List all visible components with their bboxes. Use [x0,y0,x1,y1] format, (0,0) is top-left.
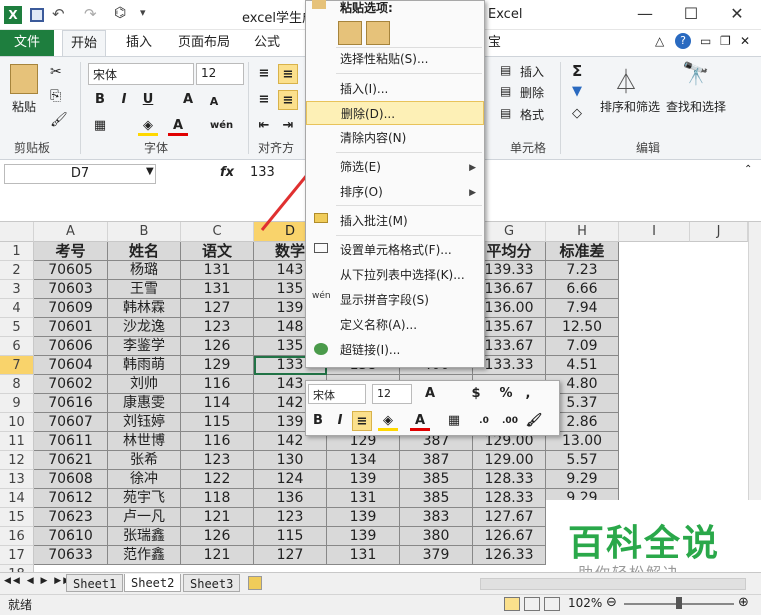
submenu-arrow-icon: ▶ [469,188,476,198]
menu-insert-comment[interactable]: 插入批注(M) [306,209,484,233]
mini-fill-color-icon[interactable]: ◈ [378,411,398,431]
menu-separator [336,205,482,206]
mini-increase-decimal-icon[interactable]: .0 [474,411,494,431]
menu-define-name[interactable]: 定义名称(A)... [306,313,484,337]
mini-italic-button[interactable]: I [330,411,350,431]
mini-percent-button[interactable]: % [496,384,516,404]
menu-separator [336,235,482,236]
zoom-in-icon[interactable]: ⊕ [738,595,749,610]
status-ready: 就绪 [8,598,33,612]
mini-align-center-icon[interactable]: ≡ [352,411,372,431]
menu-separator [336,73,482,74]
new-sheet-icon[interactable] [248,576,262,590]
paste-options-header: 粘贴选项: [340,1,393,15]
mini-size-select[interactable]: 12 [372,384,412,404]
tab-sheet2[interactable]: Sheet2 [124,574,182,592]
sheet-nav-icon[interactable]: ◀◀ ◀ ▶ ▶▶ [4,576,72,586]
menu-sort[interactable]: 排序(O) [306,180,484,204]
menu-hyperlink[interactable]: 超链接(I)... [306,338,484,362]
menu-delete[interactable]: 删除(D)... [306,101,484,125]
menu-pick-from-list[interactable]: 从下拉列表中选择(K)... [306,263,484,287]
mini-grow-font-icon[interactable]: A [420,384,440,404]
mini-comma-button[interactable]: , [518,384,538,404]
page-layout-view-icon[interactable] [524,597,540,611]
menu-clear-contents[interactable]: 清除内容(N) [306,126,484,150]
mini-font-color-icon[interactable]: A [410,411,430,431]
tab-sheet1[interactable]: Sheet1 [66,574,124,592]
submenu-arrow-icon: ▶ [469,163,476,173]
context-menu: 粘贴选项: 选择性粘贴(S)... 插入(I)... 删除(D)... 清除内容… [305,0,485,368]
mini-font-select[interactable]: 宋体 [308,384,366,404]
zoom-slider-thumb[interactable] [676,597,682,609]
mini-decrease-decimal-icon[interactable]: .00 [500,411,520,431]
tab-sheet3[interactable]: Sheet3 [183,574,241,592]
page-break-view-icon[interactable] [544,597,560,611]
mini-currency-icon[interactable]: $ [466,384,486,404]
menu-insert[interactable]: 插入(I)... [306,77,484,101]
mini-bold-button[interactable]: B [308,411,328,431]
menu-filter[interactable]: 筛选(E) [306,155,484,179]
paste-option-values-icon[interactable] [366,21,390,45]
horizontal-scrollbar[interactable] [480,578,746,590]
zoom-level[interactable]: 102% [568,596,602,610]
watermark-title: 百科全说 [568,523,721,564]
normal-view-icon[interactable] [504,597,520,611]
mini-border-icon[interactable]: ▦ [444,411,464,431]
menu-separator [336,152,482,153]
mini-format-painter-icon[interactable]: 🖌 [524,411,544,431]
menu-paste-special[interactable]: 选择性粘贴(S)... [306,47,484,71]
paste-option-default-icon[interactable] [338,21,362,45]
clipboard-icon [312,0,326,9]
menu-format-cells[interactable]: 设置单元格格式(F)... [306,238,484,262]
zoom-out-icon[interactable]: ⊖ [606,595,617,610]
menu-show-phonetic[interactable]: 显示拼音字段(S) [306,288,484,312]
